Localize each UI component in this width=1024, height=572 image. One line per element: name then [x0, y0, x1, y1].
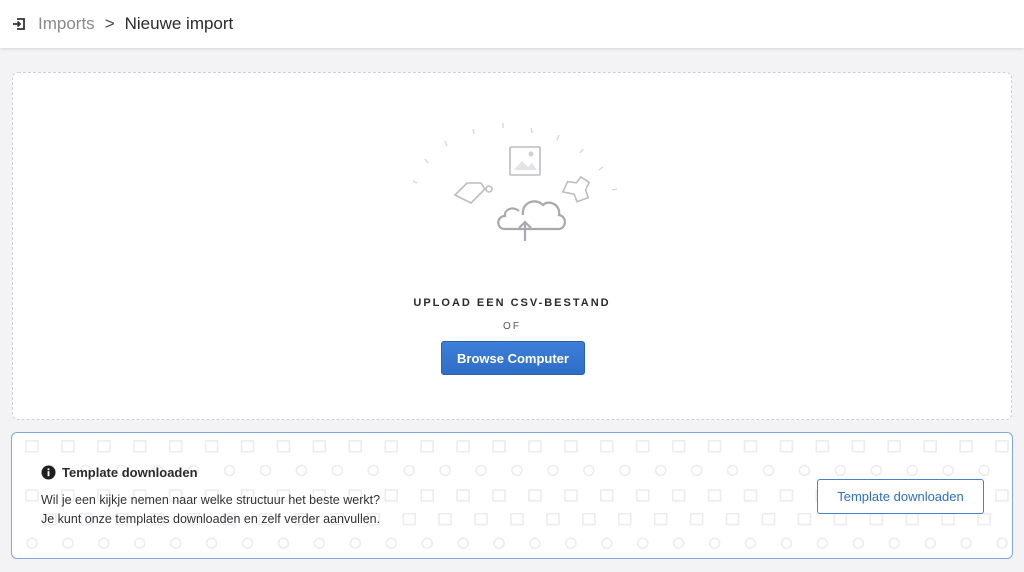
template-download-button[interactable]: Template downloaden	[817, 479, 984, 514]
upload-title: UPLOAD EEN CSV-BESTAND	[413, 297, 611, 309]
top-bar: Imports > Nieuwe import	[0, 0, 1024, 48]
breadcrumb-separator: >	[104, 14, 115, 33]
page-title: Nieuwe import	[124, 14, 234, 33]
import-arrow-icon[interactable]	[12, 16, 28, 32]
template-download-panel: Template downloaden Wil je een kijkje ne…	[11, 432, 1013, 559]
template-description-line2: Je kunt onze templates downloaden en zel…	[41, 512, 381, 526]
upload-or-text: OF	[503, 321, 521, 332]
browse-computer-button[interactable]: Browse Computer	[441, 341, 585, 375]
cloud-upload-illustration	[412, 123, 618, 241]
csv-dropzone[interactable]: UPLOAD EEN CSV-BESTAND OF Browse Compute…	[12, 72, 1012, 420]
template-description-line1: Wil je een kijkje nemen naar welke struc…	[41, 493, 381, 507]
template-title: Template downloaden	[62, 465, 198, 480]
info-icon	[41, 465, 56, 480]
breadcrumb-imports-link[interactable]: Imports	[38, 14, 95, 34]
